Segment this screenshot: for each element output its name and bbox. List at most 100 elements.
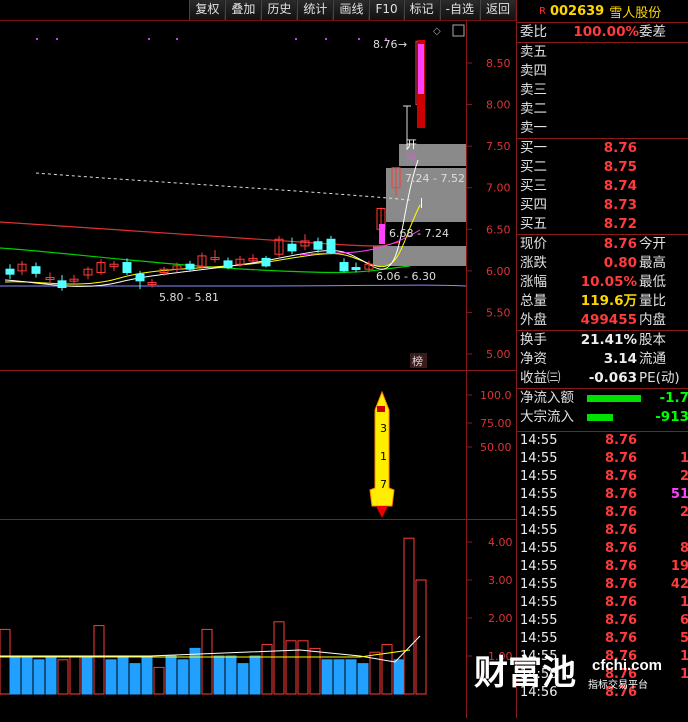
- tick-price: 8.76: [605, 595, 638, 610]
- vol-tick-label: 2.00: [488, 612, 513, 625]
- stock-header: R 002639 雪人股份: [517, 0, 688, 23]
- toolbar-button-8[interactable]: 返回: [479, 0, 516, 20]
- volume-bar: [297, 640, 309, 695]
- row-label: 换手: [520, 332, 547, 348]
- row-value: -0.063: [588, 370, 637, 386]
- kline-chart[interactable]: 8.508.007.507.006.506.005.505.00100.075.…: [0, 20, 516, 718]
- flow-label: 净流入额: [520, 390, 574, 406]
- toolbar-button-5[interactable]: F10: [369, 0, 404, 20]
- quote-row: 卖四: [517, 62, 688, 81]
- volume-bar: [225, 655, 237, 695]
- price-tick-label: 7.50: [486, 140, 511, 153]
- tick-row: 14:55 8.76 2: [517, 504, 688, 522]
- row-label-2: 今开: [639, 236, 666, 252]
- toolbar-button-0[interactable]: 复权: [189, 0, 226, 20]
- weibi-row: 委比 100.00% 委差: [517, 23, 688, 42]
- volume-bar: [237, 663, 249, 695]
- tick-price: 8.76: [605, 433, 638, 448]
- row-label-2: 流通: [639, 351, 666, 367]
- volume-bar: [381, 644, 393, 695]
- ask-list: 卖五 卖四 卖三 卖二 卖一: [517, 43, 688, 138]
- quote-row: 净资 3.14 流通: [517, 350, 688, 369]
- ind-tick-label: 75.00: [480, 417, 512, 430]
- volume-bar: [105, 659, 117, 695]
- row-value: 8.72: [603, 216, 637, 232]
- highlight-bar: [379, 224, 385, 244]
- tick-row: 14:55 8.76 2: [517, 468, 688, 486]
- rocket-digit: 3: [380, 422, 387, 435]
- price-tick-label: 8.50: [486, 57, 511, 70]
- tick-volume: 6: [679, 613, 688, 628]
- candle-body: [223, 260, 233, 269]
- price-tick-label: 8.00: [486, 99, 511, 112]
- zone-label: 6.68 - 7.24: [389, 227, 449, 240]
- tick: [421, 198, 422, 208]
- volume-bar: [273, 621, 285, 695]
- tick-time: 14:55: [520, 577, 558, 592]
- row-label: 收益㈢: [520, 370, 561, 386]
- candle-body: [326, 238, 336, 254]
- tick-time: 14:55: [520, 523, 558, 538]
- volume-bar: [321, 659, 333, 695]
- toolbar-button-2[interactable]: 历史: [261, 0, 298, 20]
- toolbar-button-7[interactable]: -自选: [439, 0, 480, 20]
- candle-body: [31, 266, 41, 274]
- candle-body: [135, 273, 145, 282]
- tick-price: 8.76: [605, 451, 638, 466]
- tick-volume: 1: [679, 451, 688, 466]
- tick-row: 14:55 8.76 1: [517, 450, 688, 468]
- price-tick-label: 5.00: [486, 348, 511, 361]
- watermark: 财富池 cfchi.com 指标交易平台: [468, 646, 668, 700]
- volume-bar: [33, 659, 45, 695]
- chart-area[interactable]: 8.50 8.00 7.50 7.00 6.50 6.00 5.50 5.00 100.0 75.…: [0, 20, 516, 718]
- tick-time: 14:55: [520, 451, 558, 466]
- volume-bar: [93, 625, 105, 695]
- quote-row: 卖二: [517, 100, 688, 119]
- row-label-2: 最低: [639, 274, 666, 290]
- chart-toolbar: 复权 叠加 历史 统计 画线 F10 标记 -自选 返回: [0, 0, 516, 21]
- dashed-line: [35, 172, 411, 201]
- price-tick-label: 6.00: [486, 265, 511, 278]
- stock-code[interactable]: 002639: [550, 4, 604, 19]
- tick-volume: 2: [679, 469, 688, 484]
- tick-row: 14:55 8.76 8: [517, 540, 688, 558]
- volume-bar: [333, 659, 345, 695]
- bang-label: 榜: [412, 354, 423, 368]
- row-label: 总量: [520, 293, 547, 309]
- row-label: 买二: [520, 159, 547, 175]
- volume-bar: [69, 655, 81, 695]
- tick-price: 8.76: [605, 559, 638, 574]
- tick-row: 14:55 8.76 6: [517, 612, 688, 630]
- marker-dot: [148, 38, 150, 40]
- quote-row: 卖三: [517, 81, 688, 100]
- quote-row: 买二 8.75: [517, 158, 688, 177]
- watermark-text: 财富池: [474, 653, 576, 692]
- rocket-window: [377, 406, 385, 412]
- row-label-2: 量比: [639, 293, 666, 309]
- row-value: 8.76: [603, 140, 637, 156]
- toolbar-button-3[interactable]: 统计: [297, 0, 334, 20]
- zone-label: 6.06 - 6.30: [376, 270, 436, 283]
- quote-row: 买一 8.76: [517, 139, 688, 158]
- volume-bar: [345, 659, 357, 695]
- volume-bar: [177, 659, 189, 695]
- row-label-2: 股本: [639, 332, 666, 348]
- quote-row: 收益㈢ -0.063 PE(动): [517, 369, 688, 388]
- tick-volume: 19: [670, 559, 688, 574]
- tick-volume: 8: [679, 541, 688, 556]
- toolbar-button-6[interactable]: 标记: [403, 0, 440, 20]
- weidiff-label: 委差: [639, 24, 666, 40]
- candle-body: [287, 243, 297, 252]
- row-label-2: PE(动): [639, 370, 680, 386]
- tick-time: 14:55: [520, 487, 558, 502]
- stock-name[interactable]: 雪人股份: [609, 2, 661, 21]
- low-price-label: 5.80 - 5.81: [159, 291, 219, 304]
- row-value: 3.14: [603, 351, 637, 367]
- toolbar-button-1[interactable]: 叠加: [225, 0, 262, 20]
- tick-price: 8.76: [605, 613, 638, 628]
- toolbar-button-4[interactable]: 画线: [333, 0, 370, 20]
- tick-time: 14:55: [520, 505, 558, 520]
- window-button: [452, 24, 465, 37]
- kai-label: 开: [406, 138, 417, 151]
- marker-dot: [358, 38, 360, 40]
